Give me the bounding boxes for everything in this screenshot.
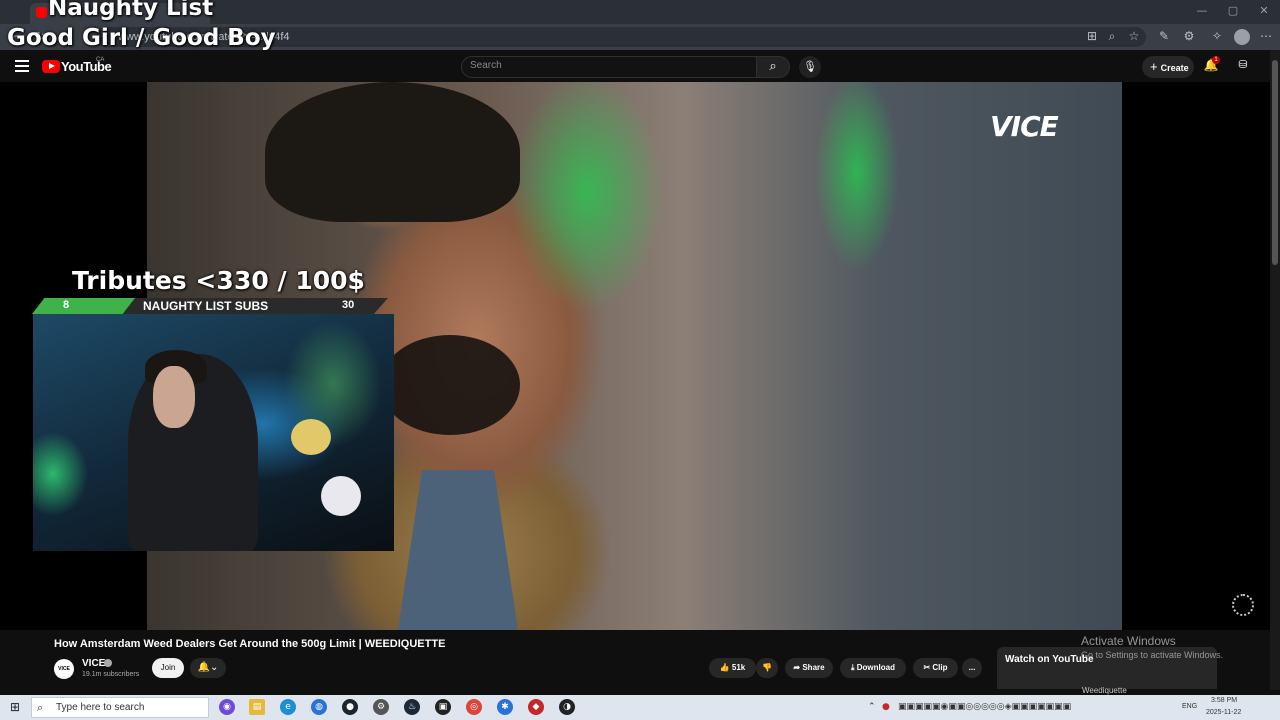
like-count: 51k [731,663,746,672]
download-label: Download [856,663,895,672]
tributes-amount: 30 / 100$ [234,266,365,295]
share-label: Share [802,663,825,672]
search-placeholder: Search [470,60,502,71]
red-app-icon[interactable]: ◆ [528,699,544,715]
chrome-app-icon[interactable]: ◎ [466,699,482,715]
join-button[interactable]: Join [152,658,184,678]
youtube-logo-icon[interactable] [42,60,60,73]
share-button[interactable]: ➦ Share [785,658,833,678]
webcam-feed [33,314,394,551]
video-hair [265,82,520,222]
edge-browser-app-icon[interactable]: e [280,699,296,715]
copilot-app-icon[interactable]: ◉ [219,699,235,715]
search-icon: ⌕ [769,59,777,74]
subs-goal-label: NAUGHTY LIST SUBS [143,299,269,313]
close-button[interactable]: ✕ [1256,4,1272,18]
download-button[interactable]: ⤓ Download [840,658,906,678]
tributes-label: Tributes <3 [72,266,234,295]
more-actions-button[interactable]: ... [962,658,982,678]
subs-goal-fill [32,298,135,314]
puzzle-extensions-icon[interactable]: ✧ [1209,29,1225,45]
notification-badge: 1 [1212,56,1220,64]
account-avatar-icon[interactable]: ⛁ [1236,58,1250,74]
overlay-title: Naughty List [48,0,214,21]
search-input[interactable] [461,56,757,78]
bluetooth-app-icon[interactable]: ✱ [497,699,513,715]
next-video-title[interactable]: Weediquette [1082,686,1127,695]
maximize-button[interactable]: ▢ [1225,4,1241,18]
like-button[interactable]: 👍 51k [709,658,756,678]
dark-app-icon[interactable]: ◑ [559,699,575,715]
bookmark-star-icon[interactable]: ☆ [1126,29,1142,45]
subscribed-bell-button[interactable]: 🔔⌄ [190,658,226,678]
hamburger-menu-icon[interactable] [15,60,29,72]
activate-windows-sub: Go to Settings to activate Windows. [1081,650,1224,660]
subs-goal-target: 30 [342,299,355,311]
subscribe-watermark-icon[interactable] [1232,594,1254,616]
create-label: Create [1160,63,1189,73]
plush-toy [291,419,331,455]
video-beard [380,335,520,435]
bell-icon: 🔔⌄ [197,662,219,673]
clip-button[interactable]: ✂ Clip [913,658,958,678]
activate-windows-title: Activate Windows [1081,634,1176,648]
obs-app-icon[interactable]: ● [342,699,358,715]
zoom-icon[interactable]: ⌕ [1104,29,1120,45]
video-shirt [398,470,518,630]
tray-expand-icon[interactable]: ⌃ [868,702,876,712]
channel-avatar[interactable]: VICE [54,659,74,679]
mic-icon: 🎙 [803,60,817,73]
clock-time[interactable]: 3:58 PM [1211,697,1237,704]
pokeball-lamp [321,476,361,516]
profile-avatar[interactable] [1234,29,1250,45]
language-indicator[interactable]: ENG [1182,703,1197,710]
webcam-person-face [153,366,195,428]
subs-current: 8 [63,299,70,311]
taskbar-search-icon: ⌕ [37,701,44,714]
thumbs-down-icon: 👎 [762,663,772,672]
plus-icon: + [1150,59,1158,74]
search-button[interactable]: ⌕ [756,56,790,78]
minimize-button[interactable]: — [1194,4,1210,18]
file-explorer-app-icon[interactable]: ▤ [249,699,265,715]
voice-search-button[interactable]: 🎙 [799,56,821,78]
epic-app-icon[interactable]: ▣ [435,699,451,715]
dislike-button[interactable]: 👎 [756,658,778,678]
scrollbar-thumb[interactable] [1272,60,1278,265]
clip-label: Clip [932,663,948,672]
subscriber-count: 19.1m subscribers [82,671,140,678]
extension-icon[interactable]: ✎ [1156,29,1172,45]
tray-record-icon[interactable]: ● [882,702,890,712]
video-title: How Amsterdam Weed Dealers Get Around th… [54,638,446,650]
steam-app-icon[interactable]: ♨ [404,699,420,715]
settings-gear-icon[interactable]: ⚙ [1181,29,1197,45]
settings-app-icon[interactable]: ⚙ [373,699,389,715]
browser-app-icon[interactable]: ◍ [311,699,327,715]
clock-date[interactable]: 2025-11-22 [1206,709,1241,716]
country-code: CA [96,57,105,63]
start-button-icon[interactable]: ⊞ [8,700,22,714]
youtube-favicon-icon [36,7,47,18]
share-icon: ➦ [793,663,803,672]
taskbar-search-placeholder: Type here to search [56,702,145,713]
vice-watermark: VICE [990,110,1059,143]
apps-icon[interactable]: ⊞ [1084,29,1100,45]
verified-check-icon [104,659,112,667]
menu-dots-icon[interactable]: ⋯ [1258,29,1274,45]
channel-name[interactable]: VICE [82,658,105,669]
thumbs-up-icon: 👍 [719,663,732,672]
create-button[interactable]: + Create [1142,56,1194,78]
tray-app-icons[interactable]: ▣▣▣▣▣◉▣▣◎◎◎◎◎◈▣▣▣▣▣▣▣ [898,702,1071,712]
overlay-subtitle: Good Girl / Good Boy [7,25,276,51]
